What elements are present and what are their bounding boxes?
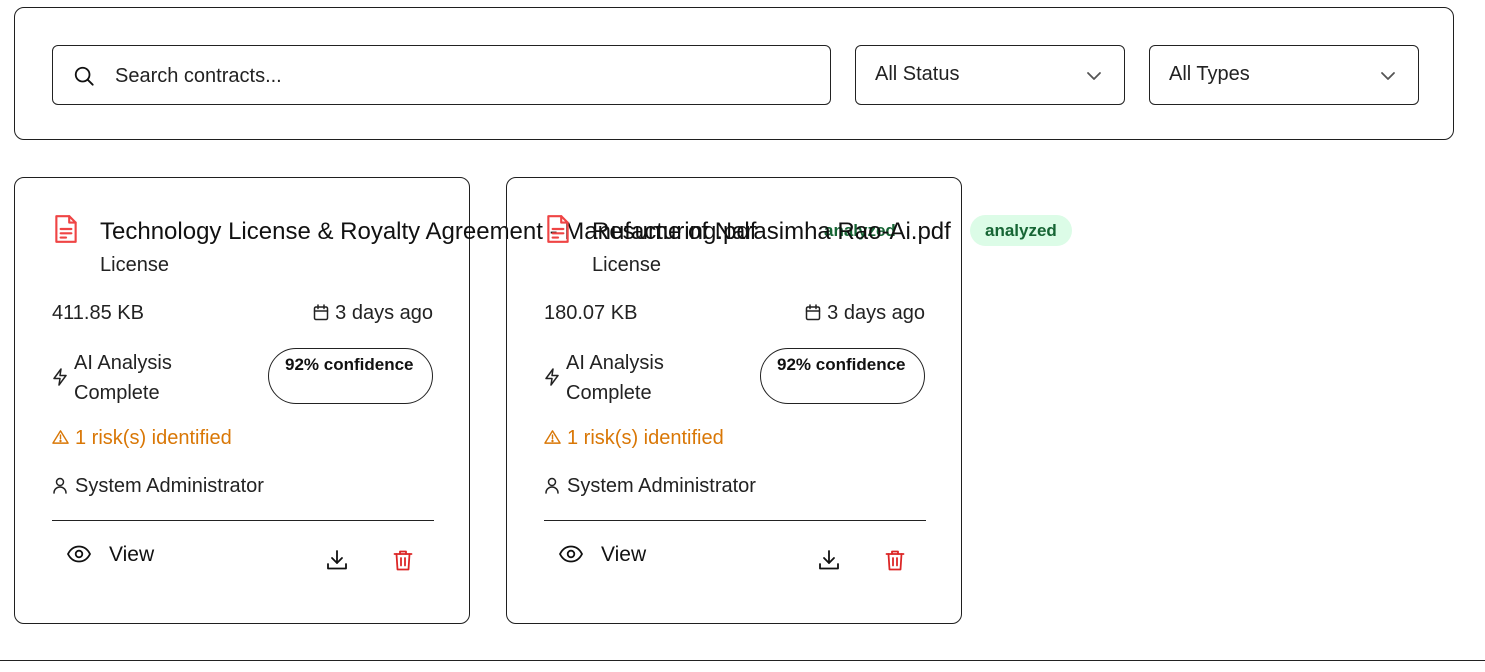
contract-title[interactable]: Resume of Narasimha Rao-Ai.pdf (592, 218, 951, 246)
search-input[interactable] (113, 60, 817, 92)
search-box[interactable] (52, 45, 831, 105)
risk-text: 1 risk(s) identified (567, 427, 724, 449)
divider (52, 520, 434, 521)
trash-icon[interactable] (393, 549, 413, 571)
file-text-icon (547, 215, 569, 243)
ai-analysis-status: AI Analysis Complete (52, 348, 272, 408)
status-filter-select[interactable]: All Status (855, 45, 1125, 105)
type-filter-label: All Types (1169, 63, 1250, 85)
user-icon (53, 477, 67, 494)
zap-icon (53, 368, 67, 386)
view-button[interactable]: View (559, 543, 646, 577)
search-icon (74, 66, 94, 86)
ai-analysis-text: AI Analysis Complete (74, 352, 172, 404)
owner-name: System Administrator (567, 475, 756, 497)
confidence-badge: 92% confidence (760, 348, 925, 404)
risk-summary: 1 risk(s) identified (544, 427, 724, 450)
contract-card[interactable]: Technology License & Royalty Agreement -… (14, 177, 896, 624)
status-badge: analyzed (970, 215, 1072, 246)
upload-date: 3 days ago (313, 302, 433, 325)
status-filter-label: All Status (875, 63, 960, 85)
eye-icon (67, 545, 91, 563)
view-button[interactable]: View (67, 543, 154, 577)
contract-type: License (592, 254, 661, 276)
filter-bar: All Status All Types (14, 7, 1454, 140)
file-size: 411.85 KB (52, 302, 144, 324)
zap-icon (545, 368, 559, 386)
risk-summary: 1 risk(s) identified (52, 427, 232, 450)
eye-icon (559, 545, 583, 563)
ai-analysis-text: AI Analysis Complete (566, 352, 664, 404)
divider (544, 520, 926, 521)
upload-date-text: 3 days ago (335, 302, 433, 324)
chevron-down-icon (1087, 72, 1101, 80)
calendar-icon (805, 304, 821, 321)
confidence-badge: 92% confidence (268, 348, 433, 404)
trash-icon[interactable] (885, 549, 905, 571)
file-text-icon (55, 215, 77, 243)
owner-name: System Administrator (75, 475, 264, 497)
view-button-label: View (601, 543, 647, 566)
type-filter-select[interactable]: All Types (1149, 45, 1419, 105)
alert-triangle-icon (52, 430, 69, 444)
calendar-icon (313, 304, 329, 321)
file-size: 180.07 KB (544, 302, 638, 324)
user-icon (545, 477, 559, 494)
upload-date-text: 3 days ago (827, 302, 925, 324)
page-divider (0, 660, 1485, 661)
alert-triangle-icon (544, 430, 561, 444)
chevron-down-icon (1381, 72, 1395, 80)
owner: System Administrator (52, 475, 264, 498)
view-button-label: View (109, 543, 155, 566)
contract-type: License (100, 254, 169, 276)
download-icon[interactable] (818, 549, 840, 571)
ai-analysis-status: AI Analysis Complete (544, 348, 764, 408)
risk-text: 1 risk(s) identified (75, 427, 232, 449)
owner: System Administrator (544, 475, 756, 498)
contract-card[interactable]: Resume of Narasimha Rao-Ai.pdf analyzed … (506, 177, 1072, 624)
download-icon[interactable] (326, 549, 348, 571)
upload-date: 3 days ago (805, 302, 925, 325)
